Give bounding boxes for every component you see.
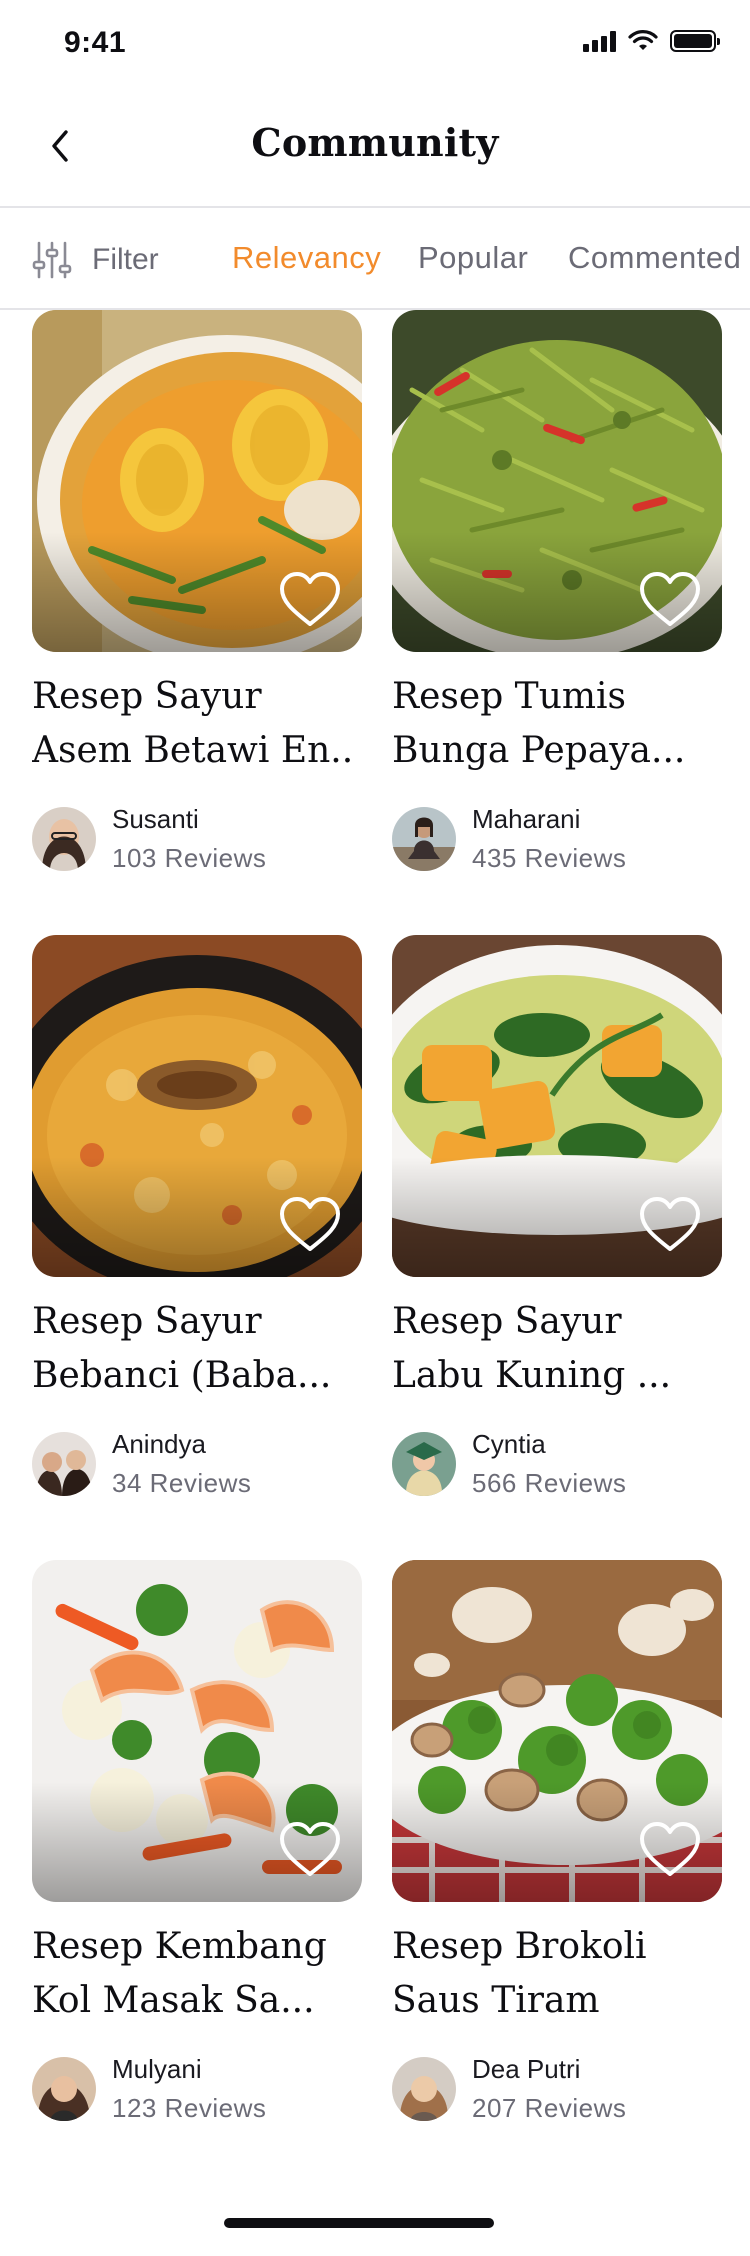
status-icons: [583, 30, 720, 52]
avatar: [392, 807, 456, 871]
recipe-author[interactable]: Mulyani 123 Reviews: [32, 2050, 362, 2128]
avatar: [392, 2057, 456, 2121]
recipe-title: Resep Sayur Bebanci (Baba...: [32, 1301, 332, 1396]
page-title: Community: [251, 120, 499, 165]
recipe-image: [392, 310, 722, 652]
recipe-title: Resep Sayur Labu Kuning ...: [392, 1301, 672, 1396]
recipe-author[interactable]: Dea Putri 207 Reviews: [392, 2050, 722, 2128]
author-name: Dea Putri: [472, 2054, 581, 2084]
recipe-image: [392, 935, 722, 1277]
review-count: 103 Reviews: [112, 843, 267, 873]
recipe-image: [392, 1560, 722, 1902]
avatar: [32, 1432, 96, 1496]
author-name: Anindya: [112, 1429, 206, 1459]
recipe-author[interactable]: Cyntia 566 Reviews: [392, 1425, 722, 1503]
recipe-title: Resep Kembang Kol Masak Sa...: [32, 1926, 327, 2021]
avatar: [32, 807, 96, 871]
heart-outline-icon[interactable]: [278, 570, 342, 630]
header: Community: [0, 90, 750, 208]
review-count: 34 Reviews: [112, 1468, 252, 1498]
avatar: [32, 2057, 96, 2121]
avatar: [392, 1432, 456, 1496]
recipe-image: [32, 935, 362, 1277]
review-count: 207 Reviews: [472, 2093, 627, 2123]
recipe-image: [32, 1560, 362, 1902]
heart-outline-icon[interactable]: [638, 570, 702, 630]
recipe-title: Resep Tumis Bunga Pepaya...: [392, 676, 686, 771]
author-name: Maharani: [472, 804, 581, 834]
review-count: 435 Reviews: [472, 843, 627, 873]
filter-button[interactable]: Filter: [32, 240, 159, 280]
heart-outline-icon[interactable]: [278, 1820, 342, 1880]
sliders-icon: [32, 241, 72, 279]
recipe-author[interactable]: Susanti 103 Reviews: [32, 800, 362, 878]
recipe-title: Resep Sayur Asem Betawi En..: [32, 676, 354, 771]
status-time: 9:41: [64, 26, 127, 59]
recipe-image: [32, 310, 362, 652]
tab-relevancy[interactable]: Relevancy: [232, 240, 381, 276]
author-name: Susanti: [112, 804, 199, 834]
recipe-title: Resep Brokoli Saus Tiram: [392, 1926, 647, 2021]
recipe-author[interactable]: Anindya 34 Reviews: [32, 1425, 362, 1503]
recipe-card[interactable]: Resep Tumis Bunga Pepaya... Maharani 435 …: [392, 310, 722, 878]
cellular-signal-icon: [583, 30, 616, 52]
heart-outline-icon[interactable]: [638, 1195, 702, 1255]
wifi-icon: [628, 30, 658, 50]
home-indicator: [224, 2218, 494, 2228]
recipe-card[interactable]: Resep Brokoli Saus Tiram Dea Putri 207 Re…: [392, 1560, 722, 2128]
heart-outline-icon[interactable]: [278, 1195, 342, 1255]
recipe-card[interactable]: Resep Sayur Labu Kuning ... Cyntia 566 Re…: [392, 935, 722, 1503]
review-count: 123 Reviews: [112, 2093, 267, 2123]
recipe-author[interactable]: Maharani 435 Reviews: [392, 800, 722, 878]
recipe-card[interactable]: Resep Kembang Kol Masak Sa... Mulyani 123…: [32, 1560, 362, 2128]
author-name: Mulyani: [112, 2054, 202, 2084]
status-bar: 9:41: [0, 0, 750, 90]
heart-outline-icon[interactable]: [638, 1820, 702, 1880]
author-name: Cyntia: [472, 1429, 546, 1459]
tab-commented[interactable]: Commented: [568, 240, 741, 276]
filter-bar: Filter Relevancy Popular Commented: [0, 210, 750, 310]
tab-popular[interactable]: Popular: [418, 240, 528, 276]
filter-label: Filter: [92, 243, 159, 276]
recipe-card[interactable]: Resep Sayur Asem Betawi En.. Susanti 103 …: [32, 310, 362, 878]
review-count: 566 Reviews: [472, 1468, 627, 1498]
recipe-card[interactable]: Resep Sayur Bebanci (Baba... Anindya 34 R…: [32, 935, 362, 1503]
battery-icon: [670, 30, 720, 52]
